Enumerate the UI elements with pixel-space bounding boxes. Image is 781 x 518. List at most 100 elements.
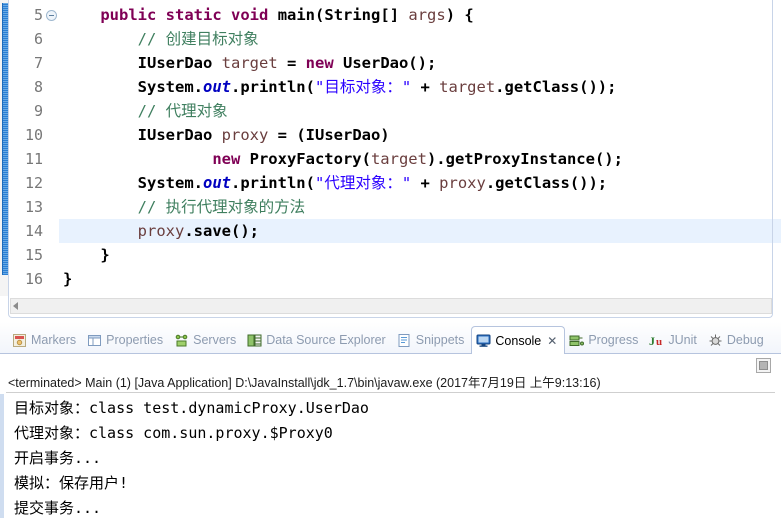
terminate-button[interactable] [756, 358, 771, 373]
code-token: "代理对象：" [314, 174, 412, 192]
code-token: proxy [439, 174, 486, 192]
code-token: = [277, 54, 306, 72]
code-token: .getClass()); [495, 78, 617, 96]
tab-label: Markers [31, 333, 77, 347]
code-token: ProxyFactory( [240, 150, 371, 168]
tab-snippets[interactable]: Snippets [393, 326, 472, 354]
line-number: 9 [33, 102, 43, 120]
code-line[interactable]: public static void main(String[] args) { [59, 3, 781, 27]
code-token: IUserDao [137, 126, 222, 144]
line-number: 6 [33, 30, 43, 48]
code-line[interactable]: // 代理对象 [59, 99, 781, 123]
code-token: ( [315, 6, 325, 24]
console-icon [476, 333, 491, 348]
code-token: .getClass()); [485, 174, 608, 192]
code-token: ) { [445, 6, 474, 24]
code-line-current[interactable]: proxy.save(); [59, 219, 781, 243]
properties-icon [87, 333, 102, 348]
scroll-left-arrow-icon[interactable] [13, 302, 18, 310]
code-token: .println( [230, 174, 315, 192]
code-token: } [63, 246, 110, 264]
annotation-ruler[interactable] [0, 0, 10, 296]
code-line[interactable]: } [59, 243, 781, 267]
code-token: // 执行代理对象的方法 [137, 198, 306, 216]
line-number: 5 [9, 3, 59, 27]
code-token: static [165, 6, 222, 24]
code-token: out [202, 174, 231, 192]
code-token: target [439, 78, 496, 96]
editor-body[interactable]: 5 6 7 8 9 10 11 12 13 14 15 16 public static void m… [0, 0, 781, 296]
code-line[interactable]: System.out.println("目标对象：" + target.getC… [59, 75, 781, 99]
tab-markers[interactable]: Markers [8, 326, 83, 354]
code-text-area[interactable]: public static void main(String[] args) {… [59, 0, 781, 296]
line-number: 16 [24, 270, 43, 288]
code-token: target [221, 54, 278, 72]
tab-data-source-explorer[interactable]: Data Source Explorer [243, 326, 393, 354]
collapse-icon[interactable] [46, 10, 57, 21]
code-token: String [324, 6, 381, 24]
code-token: .save(); [184, 222, 259, 240]
code-token: .println( [230, 78, 315, 96]
code-token: // 代理对象 [137, 102, 228, 120]
line-number: 11 [24, 150, 43, 168]
console-output-line: 开启事务... [14, 449, 102, 467]
code-line[interactable]: IUserDao proxy = (IUserDao) [59, 123, 781, 147]
code-line[interactable]: IUserDao target = new UserDao(); [59, 51, 781, 75]
code-line[interactable]: System.out.println("代理对象：" + proxy.getCl… [59, 171, 781, 195]
tab-label: Progress [588, 333, 639, 347]
snippets-icon [397, 333, 412, 348]
code-line[interactable]: // 执行代理对象的方法 [59, 195, 781, 219]
servers-icon [174, 333, 189, 348]
code-token: new [305, 54, 334, 72]
console-process-label: <terminated> Main (1) [Java Application]… [8, 376, 601, 390]
tab-junit[interactable]: Ju JUnit [645, 326, 703, 354]
code-line[interactable]: // 创建目标对象 [59, 27, 781, 51]
code-line[interactable]: } [59, 267, 781, 291]
tab-label: Data Source Explorer [266, 333, 386, 347]
eclipse-ide-window: 5 6 7 8 9 10 11 12 13 14 15 16 public static void m… [0, 0, 781, 518]
console-output[interactable]: 目标对象：class test.dynamicProxy.UserDao 代理对象… [0, 394, 781, 518]
code-token: + [411, 78, 440, 96]
tab-servers[interactable]: Servers [170, 326, 243, 354]
line-number: 15 [24, 246, 43, 264]
code-token: args [408, 6, 446, 24]
markers-icon [12, 333, 27, 348]
svg-text:u: u [656, 336, 662, 348]
tab-console[interactable]: Console ✕ [471, 326, 566, 355]
code-token: System. [137, 78, 203, 96]
editor-horizontal-scrollbar[interactable] [10, 298, 772, 314]
code-token: target [370, 150, 427, 168]
data-source-explorer-icon [247, 333, 262, 348]
line-number: 7 [33, 54, 43, 72]
tab-label: Servers [193, 333, 237, 347]
console-view: <terminated> Main (1) [Java Application]… [0, 354, 781, 518]
line-number: 12 [24, 174, 43, 192]
code-token: UserDao(); [333, 54, 437, 72]
code-token: System. [137, 174, 203, 192]
code-token: proxy [137, 222, 185, 240]
code-line[interactable]: new ProxyFactory(target).getProxyInstanc… [59, 147, 781, 171]
tab-debug[interactable]: Debug [704, 326, 771, 354]
line-number: 14 [24, 222, 43, 240]
debug-icon [708, 333, 723, 348]
tab-progress[interactable]: Progress [565, 326, 645, 354]
console-output-line: 代理对象：class com.sun.proxy.$Proxy0 [14, 424, 333, 442]
tab-label: Snippets [415, 333, 465, 347]
console-output-line: 提交事务... [14, 499, 102, 517]
code-token: main [277, 6, 316, 24]
close-icon[interactable]: ✕ [547, 335, 557, 347]
code-token: out [202, 78, 231, 96]
code-token: IUserDao [137, 54, 222, 72]
code-token: [] [380, 6, 409, 24]
view-tab-list: Markers Properties Servers Data Source Expl… [0, 322, 781, 355]
code-token: public [100, 6, 157, 24]
code-token: proxy [221, 126, 269, 144]
code-token: + [411, 174, 440, 192]
tab-properties[interactable]: Properties [83, 326, 170, 354]
code-token: // 创建目标对象 [137, 30, 259, 48]
code-token: } [63, 270, 73, 288]
